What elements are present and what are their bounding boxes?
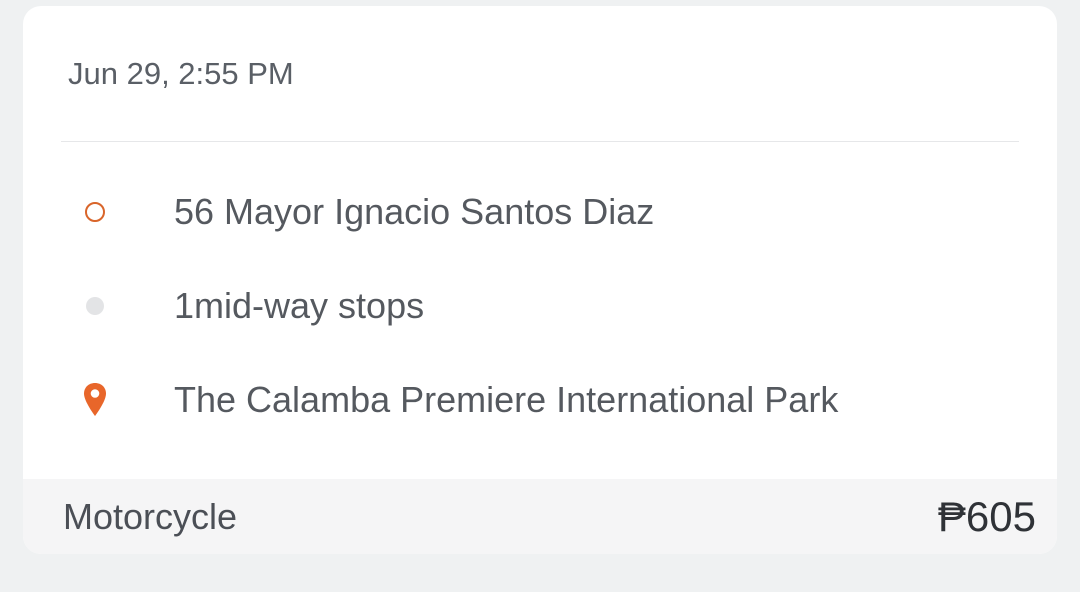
trip-card[interactable]: Jun 29, 2:55 PM 56 Mayor Ignacio Santos … [23,6,1057,554]
trip-price: ₱605 [937,493,1036,540]
stop-midway: 1mid-way stops [23,281,1057,331]
dropoff-address: The Calamba Premiere International Park [174,379,839,420]
vehicle-type: Motorcycle [63,496,238,537]
location-pin-icon [75,375,115,425]
trip-footer: Motorcycle ₱605 [23,479,1057,554]
pickup-ring-icon [75,187,115,237]
stop-dropoff: The Calamba Premiere International Park [23,375,1057,425]
midway-stops-label: 1mid-way stops [174,285,425,326]
midway-dot-icon [75,281,115,331]
pickup-address: 56 Mayor Ignacio Santos Diaz [174,191,655,232]
stop-pickup: 56 Mayor Ignacio Santos Diaz [23,187,1057,237]
divider [61,141,1019,142]
trip-datetime: Jun 29, 2:55 PM [68,56,294,91]
